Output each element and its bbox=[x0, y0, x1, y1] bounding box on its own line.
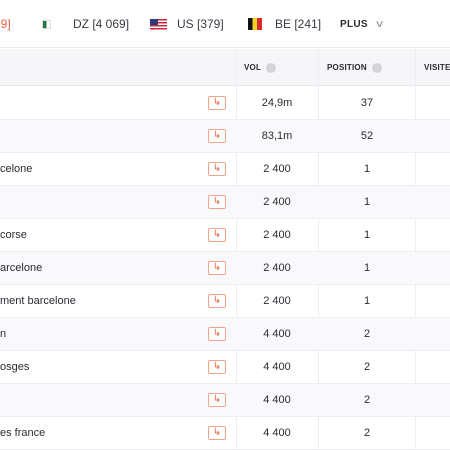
open-link-icon[interactable]: ↳ bbox=[208, 162, 226, 176]
table-row: arcelone ↳ 2 400 1 bbox=[0, 252, 450, 285]
volume-cell: 2 400 bbox=[263, 295, 291, 307]
column-header-visits[interactable]: VISITE bbox=[424, 49, 450, 86]
be-flag-icon bbox=[248, 18, 262, 30]
country-tab-us[interactable]: US [379] bbox=[150, 0, 224, 48]
open-link-icon[interactable]: ↳ bbox=[208, 228, 226, 242]
table-row: celone ↳ 2 400 1 bbox=[0, 153, 450, 186]
country-filter-bar: 29] DZ [4 069] US [379] BE [241] PLUS ∨ bbox=[0, 0, 450, 48]
position-cell: 2 bbox=[363, 394, 371, 406]
open-link-icon[interactable]: ↳ bbox=[208, 195, 226, 209]
country-tab-label: US [379] bbox=[177, 17, 224, 31]
country-tab-label: DZ [4 069] bbox=[73, 17, 130, 31]
country-tab-current[interactable]: 29] bbox=[0, 0, 11, 48]
keyword-cell[interactable]: n bbox=[0, 318, 6, 350]
volume-cell: 4 400 bbox=[263, 361, 291, 373]
keyword-cell[interactable]: osges bbox=[0, 351, 29, 383]
country-tab-dz[interactable]: DZ [4 069] bbox=[42, 0, 129, 48]
column-header-label: POSITION bbox=[327, 63, 367, 72]
position-cell: 2 bbox=[363, 427, 371, 439]
more-label: PLUS bbox=[340, 18, 368, 30]
open-link-icon[interactable]: ↳ bbox=[208, 393, 226, 407]
table-row: ↳ 24,9m 37 bbox=[0, 87, 450, 120]
table-row: es france ↳ 4 400 2 bbox=[0, 417, 450, 450]
open-link-icon[interactable]: ↳ bbox=[208, 360, 226, 374]
position-cell: 1 bbox=[363, 262, 371, 274]
dz-flag-icon bbox=[42, 19, 51, 29]
volume-cell: 4 400 bbox=[263, 394, 291, 406]
more-countries-button[interactable]: PLUS ∨ bbox=[340, 0, 385, 48]
volume-cell: 24,9m bbox=[261, 97, 293, 109]
volume-cell: 2 400 bbox=[263, 163, 291, 175]
table-header: VOL POSITION VISITE bbox=[0, 49, 450, 86]
info-icon[interactable] bbox=[266, 62, 277, 73]
volume-cell: 4 400 bbox=[263, 328, 291, 340]
volume-cell: 2 400 bbox=[263, 229, 291, 241]
chevron-down-icon: ∨ bbox=[374, 18, 385, 30]
keyword-cell[interactable]: celone bbox=[0, 153, 32, 185]
table-row: ↳ 2 400 1 bbox=[0, 186, 450, 219]
keyword-table-body: ↳ 24,9m 37 ↳ 83,1m 52 celone ↳ 2 400 1 ↳ 2 400 1 cors… bbox=[0, 87, 450, 450]
volume-cell: 2 400 bbox=[263, 262, 291, 274]
position-cell: 1 bbox=[363, 229, 371, 241]
position-cell: 1 bbox=[363, 295, 371, 307]
position-cell: 52 bbox=[360, 130, 374, 142]
open-link-icon[interactable]: ↳ bbox=[208, 294, 226, 308]
column-header-vol[interactable]: VOL bbox=[244, 49, 277, 86]
position-cell: 1 bbox=[363, 163, 371, 175]
table-row: corse ↳ 2 400 1 bbox=[0, 219, 450, 252]
position-cell: 2 bbox=[363, 361, 371, 373]
us-flag-icon bbox=[150, 18, 167, 30]
keyword-cell[interactable]: arcelone bbox=[0, 252, 42, 284]
column-header-label: VOL bbox=[244, 63, 262, 72]
position-cell: 37 bbox=[360, 97, 374, 109]
open-link-icon[interactable]: ↳ bbox=[208, 327, 226, 341]
position-cell: 1 bbox=[363, 196, 371, 208]
keyword-cell[interactable]: ment barcelone bbox=[0, 285, 76, 317]
country-tab-label: 29] bbox=[0, 17, 11, 31]
info-icon[interactable] bbox=[371, 62, 382, 73]
open-link-icon[interactable]: ↳ bbox=[208, 129, 226, 143]
table-row: ment barcelone ↳ 2 400 1 bbox=[0, 285, 450, 318]
open-link-icon[interactable]: ↳ bbox=[208, 426, 226, 440]
table-row: osges ↳ 4 400 2 bbox=[0, 351, 450, 384]
keyword-cell[interactable]: es france bbox=[0, 417, 45, 449]
volume-cell: 83,1m bbox=[261, 130, 293, 142]
volume-cell: 4 400 bbox=[263, 427, 291, 439]
table-row: ↳ 4 400 2 bbox=[0, 384, 450, 417]
table-row: ↳ 83,1m 52 bbox=[0, 120, 450, 153]
volume-cell: 2 400 bbox=[263, 196, 291, 208]
open-link-icon[interactable]: ↳ bbox=[208, 96, 226, 110]
keyword-cell[interactable]: corse bbox=[0, 219, 27, 251]
table-row: n ↳ 4 400 2 bbox=[0, 318, 450, 351]
column-header-label: VISITE bbox=[424, 63, 450, 72]
country-tab-label: BE [241] bbox=[275, 17, 322, 31]
position-cell: 2 bbox=[363, 328, 371, 340]
open-link-icon[interactable]: ↳ bbox=[208, 261, 226, 275]
column-header-position[interactable]: POSITION bbox=[327, 49, 382, 86]
country-tab-be[interactable]: BE [241] bbox=[248, 0, 321, 48]
